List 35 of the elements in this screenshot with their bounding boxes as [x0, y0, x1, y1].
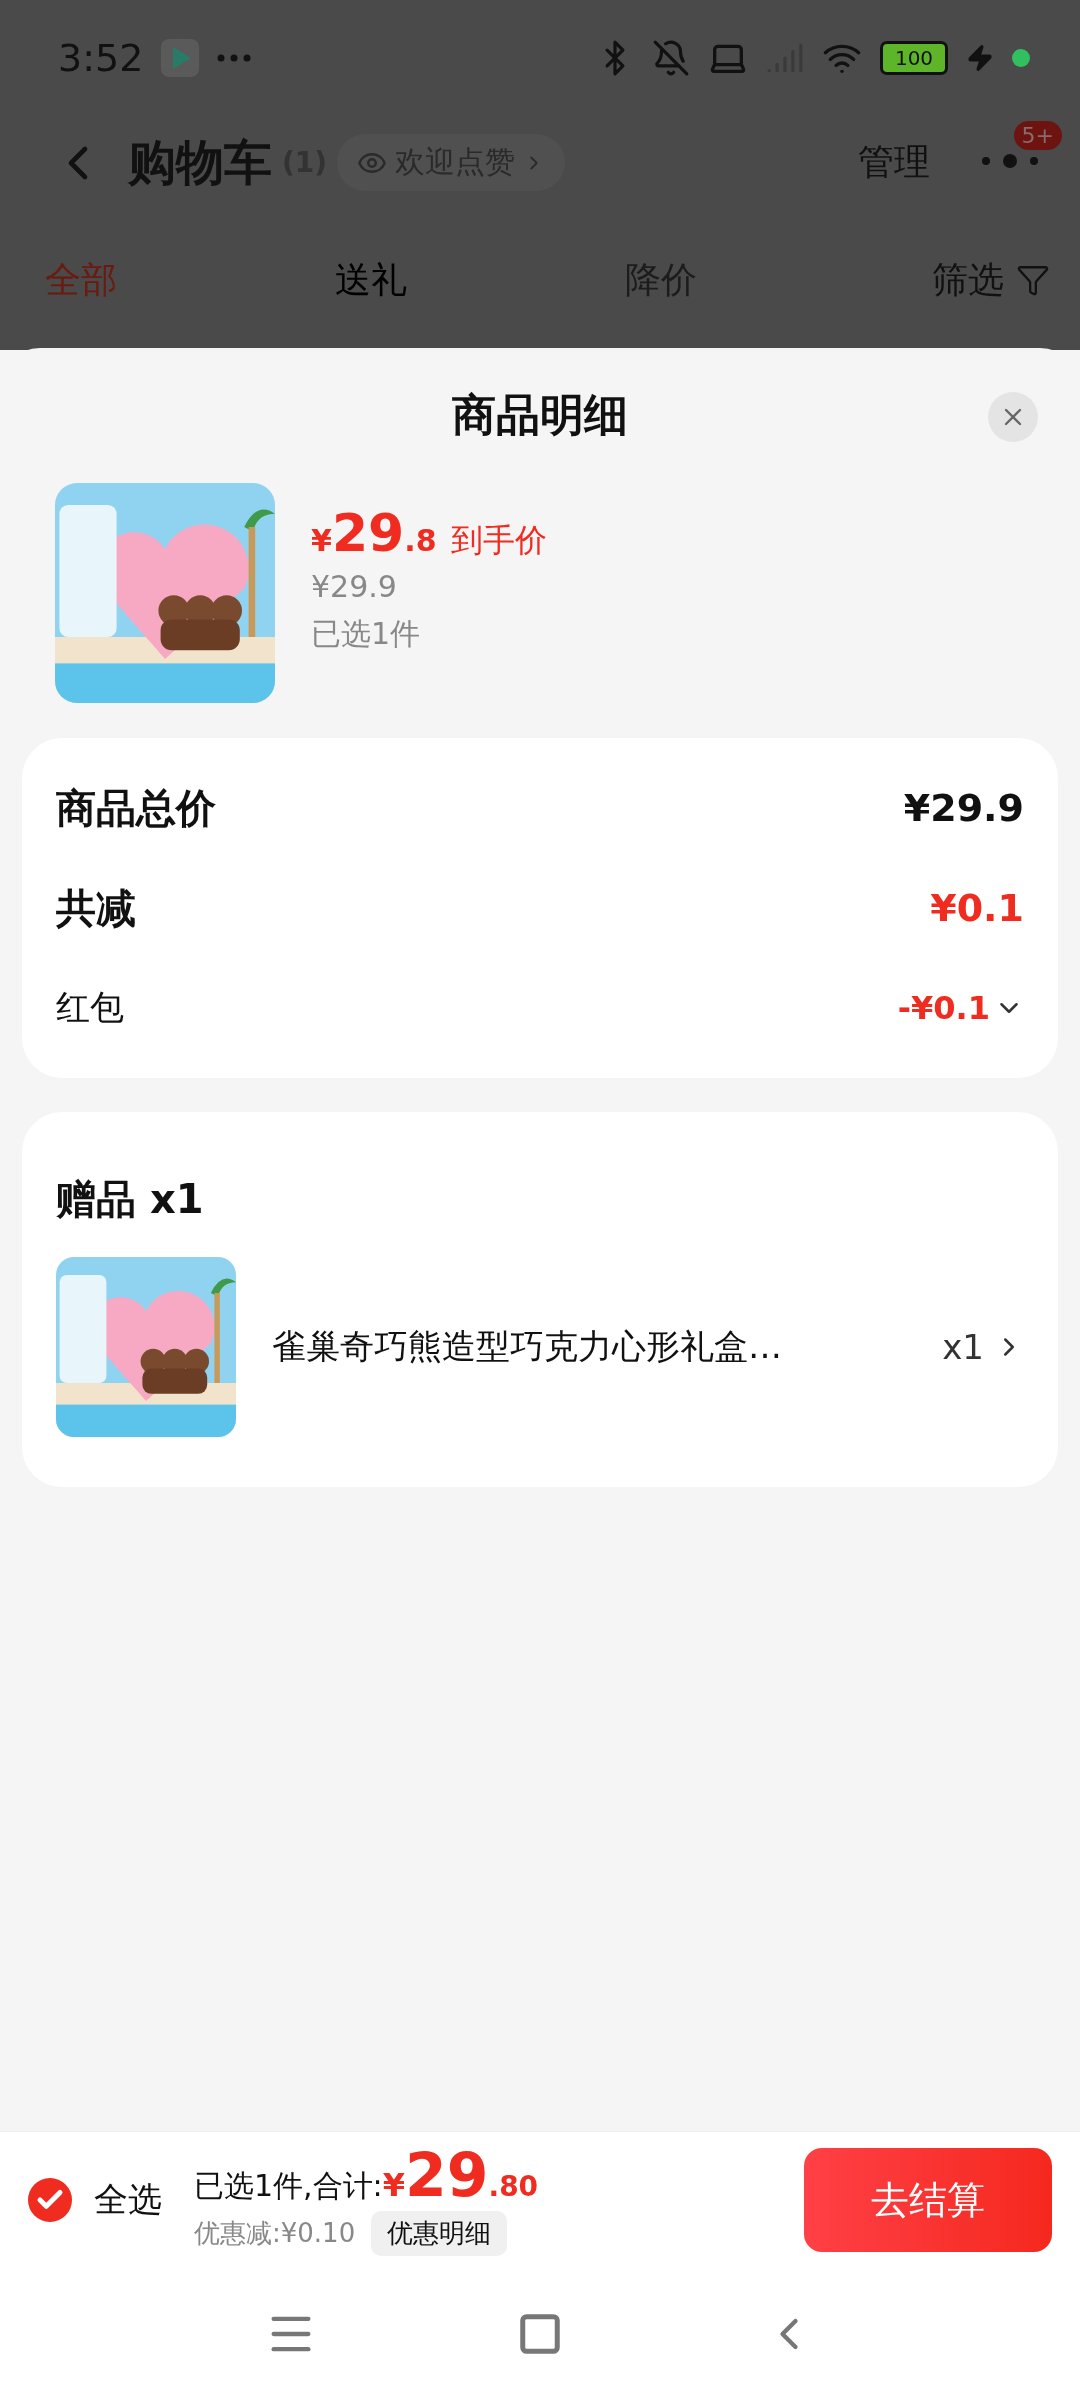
checkout-button[interactable]: 去结算	[804, 2148, 1052, 2252]
filter-button[interactable]: 筛选	[932, 255, 1050, 305]
summary-value: ¥29.9	[903, 786, 1024, 830]
discount-text: 优惠减:¥0.10	[194, 2216, 356, 2250]
final-price: ¥29.8 到手价	[311, 503, 547, 563]
order-total: 已选1件,合计:¥29.80	[194, 2144, 539, 2207]
summary-value: ¥0.1	[930, 886, 1024, 930]
play-app-icon	[161, 38, 200, 77]
selected-count: 已选1件	[311, 615, 422, 653]
summary-label: 商品总价	[56, 783, 216, 833]
gift-quantity[interactable]: x1	[942, 1327, 1024, 1367]
notification-badge: 5+	[1013, 120, 1062, 150]
page-title: 购物车	[128, 132, 272, 192]
discount-detail-button[interactable]: 优惠明细	[371, 2210, 508, 2256]
more-icon	[217, 53, 252, 62]
summary-value[interactable]: -¥0.1	[897, 989, 1024, 1027]
gift-title: 赠品 x1	[56, 1175, 205, 1224]
tab[interactable]: 全部	[45, 255, 335, 305]
filter-icon	[1016, 263, 1050, 297]
select-all-checkbox[interactable]	[28, 2178, 72, 2222]
home-icon[interactable]	[517, 2311, 563, 2357]
summary-label: 共减	[56, 883, 136, 933]
manage-link[interactable]: 管理	[858, 138, 930, 187]
status-dot	[1012, 48, 1030, 67]
gift-name: 雀巢奇巧熊造型巧克力心形礼盒…	[272, 1325, 783, 1368]
muted-bell-icon	[652, 38, 690, 77]
original-price: ¥29.9	[311, 569, 398, 604]
charging-icon	[966, 43, 994, 72]
close-button[interactable]	[988, 392, 1038, 442]
battery-icon: 100	[880, 40, 948, 75]
sheet-title: 商品明细	[452, 388, 628, 442]
tab[interactable]: 送礼	[335, 255, 625, 305]
summary-label: 红包	[56, 986, 124, 1029]
select-all-label: 全选	[94, 2178, 162, 2221]
clock: 3:52	[58, 35, 144, 80]
